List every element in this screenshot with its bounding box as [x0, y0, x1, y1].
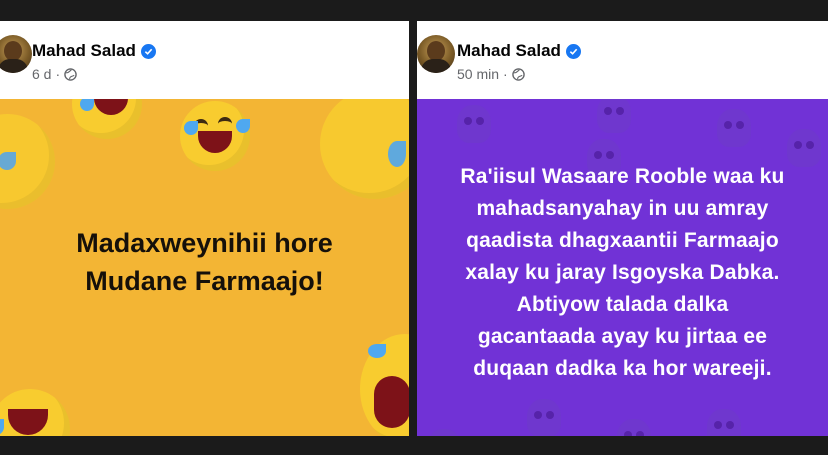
- post-text-line: xalay ku jaray Isgoyska Dabka.: [465, 261, 780, 284]
- post-card-right: Mahad Salad 50 min · Ra'iisul Wasaare Ro…: [417, 21, 828, 436]
- post-header: Mahad Salad 6 d ·: [0, 21, 409, 99]
- post-text-line: mahadsanyahay in uu amray: [476, 197, 769, 220]
- post-text-line: Mudane Farmaajo!: [85, 266, 324, 296]
- laughing-emoji-icon: [72, 99, 142, 139]
- skull-pattern-icon: [617, 419, 651, 436]
- author-row: Mahad Salad: [457, 41, 581, 61]
- post-background: Ra'iisul Wasaare Rooble waa ku mahadsany…: [417, 99, 828, 436]
- skull-pattern-icon: [457, 105, 491, 143]
- verified-badge-icon: [140, 43, 156, 59]
- post-text: Madaxweynihii hore Mudane Farmaajo!: [0, 224, 409, 300]
- post-text: Ra'iisul Wasaare Rooble waa ku mahadsany…: [417, 161, 828, 385]
- post-time[interactable]: 6 d: [32, 66, 51, 82]
- author-row: Mahad Salad: [32, 41, 156, 61]
- laughing-emoji-icon: [320, 99, 409, 199]
- laughing-emoji-icon: [0, 389, 70, 436]
- verified-badge-icon: [565, 43, 581, 59]
- meta-separator: ·: [503, 66, 508, 82]
- globe-icon: [511, 67, 525, 81]
- post-text-line: Abtiyow talada dalka: [516, 293, 729, 316]
- post-text-line: Ra'iisul Wasaare Rooble waa ku: [460, 165, 785, 188]
- laughing-emoji-icon: [0, 114, 55, 209]
- avatar[interactable]: [417, 35, 455, 73]
- post-header: Mahad Salad 50 min ·: [417, 21, 828, 99]
- laughing-emoji-icon: [180, 101, 250, 171]
- skull-pattern-icon: [527, 399, 561, 436]
- skull-pattern-icon: [427, 429, 461, 436]
- post-meta: 6 d ·: [32, 66, 77, 82]
- meta-separator: ·: [55, 66, 61, 82]
- laughing-emoji-icon: [360, 334, 409, 436]
- author-name[interactable]: Mahad Salad: [457, 41, 561, 61]
- post-time[interactable]: 50 min: [457, 66, 499, 82]
- skull-pattern-icon: [707, 409, 741, 436]
- avatar[interactable]: [0, 35, 32, 73]
- post-background: Madaxweynihii hore Mudane Farmaajo!: [0, 99, 409, 436]
- globe-icon: [64, 67, 77, 81]
- post-meta: 50 min ·: [457, 66, 525, 82]
- post-card-left: Mahad Salad 6 d · Madaxweynihii hore Mud…: [0, 21, 409, 436]
- skull-pattern-icon: [597, 99, 631, 133]
- skull-pattern-icon: [717, 109, 751, 147]
- author-name[interactable]: Mahad Salad: [32, 41, 136, 61]
- post-text-line: qaadista dhagxaantii Farmaajo: [466, 229, 779, 252]
- post-text-line: Madaxweynihii hore: [76, 228, 333, 258]
- post-text-line: gacantaada ayay ku jirtaa ee: [477, 325, 768, 348]
- post-text-line: duqaan dadka ka hor wareeji.: [473, 357, 772, 380]
